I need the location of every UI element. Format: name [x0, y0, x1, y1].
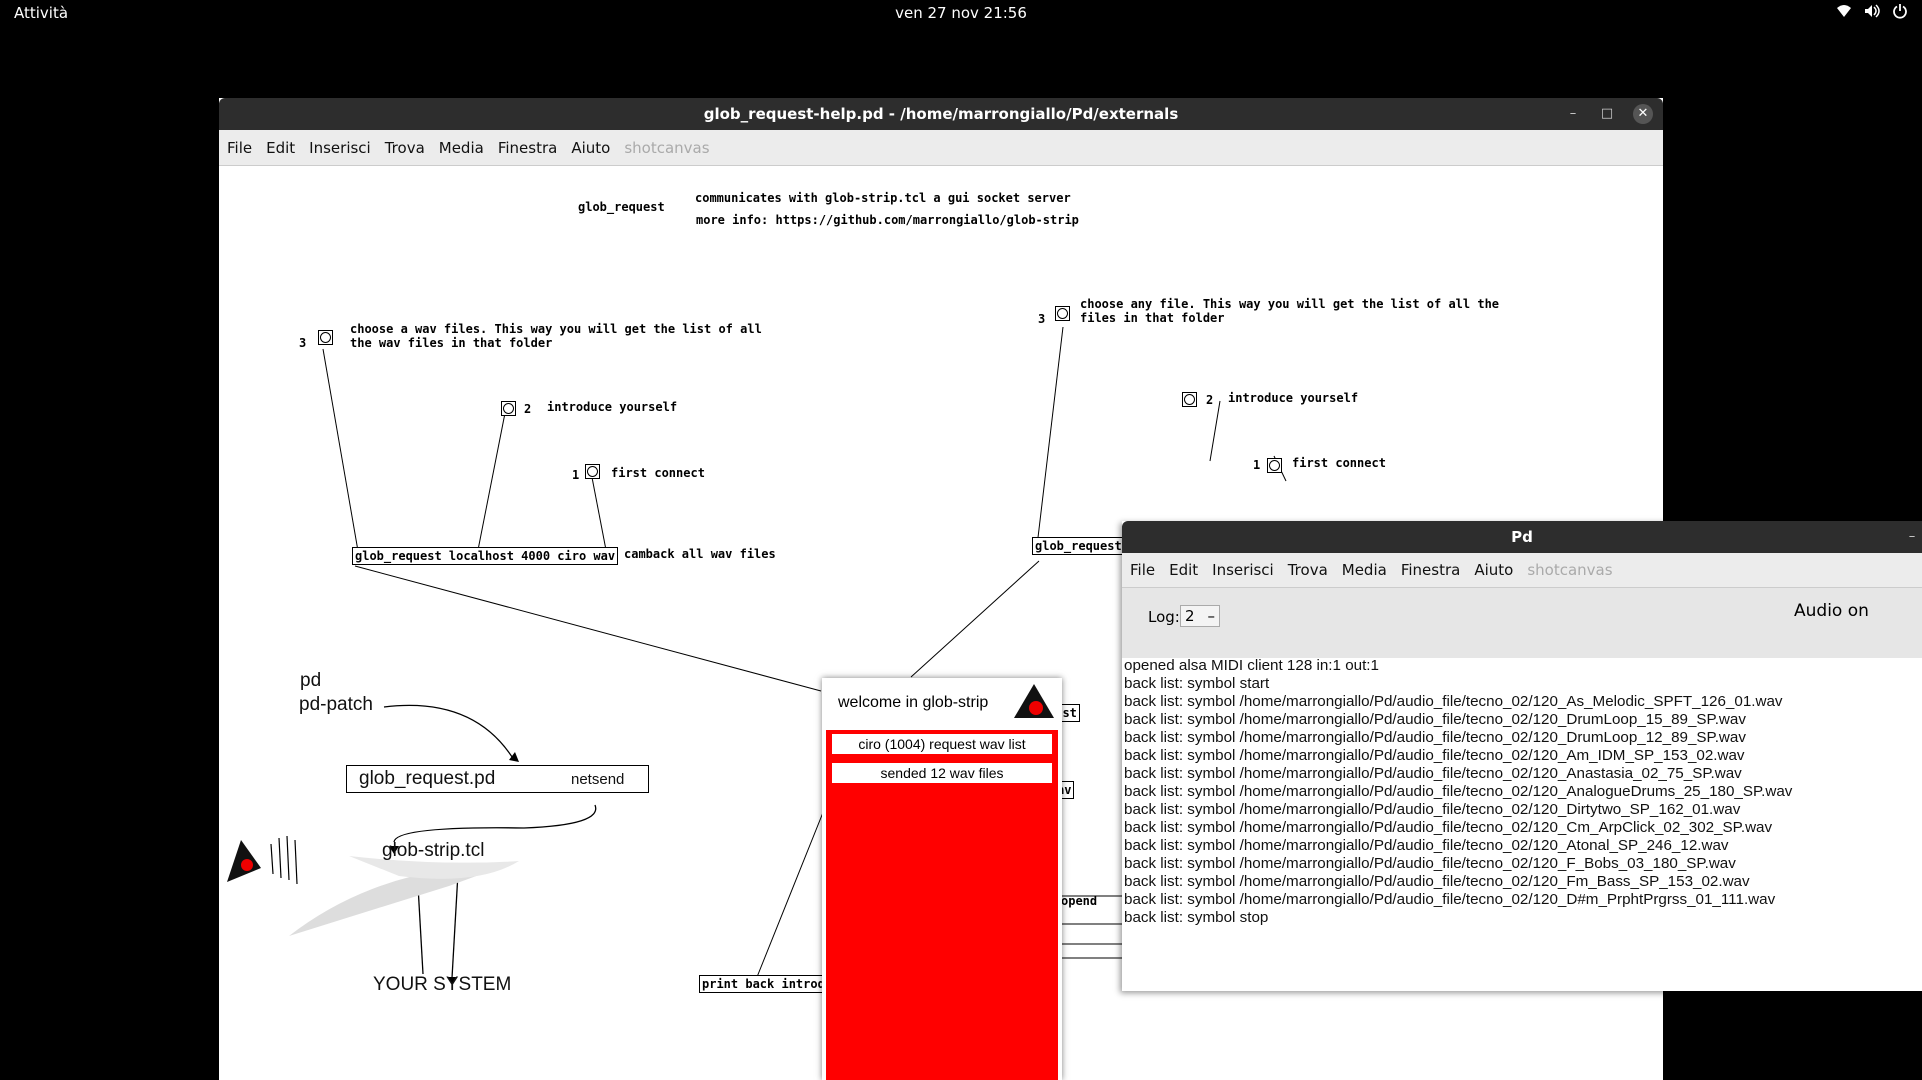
- pd-menubar: File Edit Inserisci Trova Media Finestra…: [1122, 553, 1922, 588]
- menu-file[interactable]: File: [227, 139, 252, 157]
- left-num3: 3: [299, 336, 307, 350]
- console-line: back list: symbol /home/marrongiallo/Pd/…: [1124, 855, 1736, 872]
- pd-log-bar: Log: 2 – Audio on: [1122, 588, 1922, 658]
- print-back-object[interactable]: print back introd: [699, 975, 828, 993]
- top-bar: Attività ven 27 nov 21:56: [0, 0, 1922, 27]
- left-bang-1[interactable]: [585, 464, 600, 479]
- wifi-icon[interactable]: [1836, 3, 1852, 19]
- menu-edit[interactable]: Edit: [266, 139, 295, 157]
- maximize-button[interactable]: □: [1597, 104, 1617, 124]
- minimize-button[interactable]: –: [1563, 104, 1583, 124]
- pd-menu-shotcanvas: shotcanvas: [1527, 561, 1613, 579]
- glob-strip-logo-icon: [1014, 684, 1054, 718]
- opend-object-fragment: opend: [1061, 894, 1098, 908]
- pd-menu-trova[interactable]: Trova: [1288, 561, 1328, 579]
- close-button[interactable]: ✕: [1633, 104, 1653, 124]
- console-line: back list: symbol /home/marrongiallo/Pd/…: [1124, 801, 1741, 818]
- diagram-glob-request-box: glob_request.pd netsend: [346, 765, 649, 793]
- popup-request-button[interactable]: ciro (1004) request wav list: [832, 734, 1052, 754]
- right-note3a: choose any file. This way you will get t…: [1080, 297, 1500, 311]
- left-bang-2[interactable]: [501, 401, 516, 416]
- log-label: Log:: [1148, 608, 1180, 626]
- console-line: back list: symbol /home/marrongiallo/Pd/…: [1124, 873, 1750, 890]
- menu-shotcanvas: shotcanvas: [624, 138, 710, 157]
- console-line: back list: symbol start: [1124, 675, 1270, 692]
- diagram-pd-patch-label: pd-patch: [299, 694, 373, 715]
- header-desc1: communicates with glob-strip.tcl a gui s…: [695, 191, 1071, 205]
- pd-menu-finestra[interactable]: Finestra: [1401, 561, 1461, 579]
- popup-red-panel: ciro (1004) request wav list sended 12 w…: [826, 730, 1058, 1080]
- console-line: back list: symbol /home/marrongiallo/Pd/…: [1124, 837, 1729, 854]
- pd-menu-edit[interactable]: Edit: [1169, 561, 1198, 579]
- console-line: back list: symbol stop: [1124, 909, 1269, 926]
- right-glob-request-object[interactable]: glob_request: [1032, 537, 1125, 555]
- patch-window-titlebar[interactable]: glob_request-help.pd - /home/marrongiall…: [219, 98, 1663, 130]
- pd-window-title: Pd: [1511, 528, 1533, 546]
- activities-button[interactable]: Attività: [14, 4, 68, 22]
- console-line: back list: symbol /home/marrongiallo/Pd/…: [1124, 693, 1783, 710]
- dropdown-icon: –: [1207, 607, 1216, 625]
- pd-titlebar[interactable]: Pd –: [1122, 521, 1922, 553]
- right-bang-2[interactable]: [1182, 392, 1197, 407]
- diagram-box-label: glob_request.pd: [359, 768, 496, 789]
- popup-sended-button[interactable]: sended 12 wav files: [832, 763, 1052, 783]
- right-note3b: files in that folder: [1080, 311, 1225, 325]
- console-line: back list: symbol /home/marrongiallo/Pd/…: [1124, 729, 1746, 746]
- pd-console-log[interactable]: opened alsa MIDI client 128 in:1 out:1 b…: [1124, 657, 1792, 927]
- right-bang-1[interactable]: [1267, 458, 1282, 473]
- clock[interactable]: ven 27 nov 21:56: [895, 4, 1027, 22]
- console-line: opened alsa MIDI client 128 in:1 out:1: [1124, 657, 1379, 674]
- glob-strip-popup: welcome in glob-strip ciro (1004) reques…: [822, 678, 1062, 1080]
- right-note1: first connect: [1292, 456, 1386, 470]
- menu-trova[interactable]: Trova: [385, 139, 425, 157]
- right-num2: 2: [1206, 393, 1214, 407]
- left-glob-request-object[interactable]: glob_request localhost 4000 ciro wav: [352, 547, 619, 565]
- pd-console-window: Pd – File Edit Inserisci Trova Media Fin…: [1122, 521, 1922, 991]
- right-num1: 1: [1253, 458, 1261, 472]
- menu-inserisci[interactable]: Inserisci: [309, 139, 371, 157]
- pd-menu-inserisci[interactable]: Inserisci: [1212, 561, 1274, 579]
- console-line: back list: symbol /home/marrongiallo/Pd/…: [1124, 711, 1746, 728]
- left-bang-3[interactable]: [318, 330, 333, 345]
- menu-finestra[interactable]: Finestra: [498, 139, 558, 157]
- right-num3: 3: [1038, 312, 1046, 326]
- pd-minimize-button[interactable]: –: [1902, 527, 1922, 547]
- diagram-box-netsend: netsend: [571, 771, 625, 788]
- window-title: glob_request-help.pd - /home/marrongiall…: [703, 105, 1179, 123]
- header-name: glob_request: [578, 200, 665, 214]
- log-level-value: 2: [1185, 607, 1195, 625]
- left-num2: 2: [524, 402, 532, 416]
- glob-strip-logo-icon: [227, 835, 298, 885]
- log-level-select[interactable]: 2 –: [1180, 605, 1220, 627]
- right-bang-3[interactable]: [1055, 306, 1070, 321]
- left-note2: introduce yourself: [547, 400, 678, 414]
- pd-menu-aiuto[interactable]: Aiuto: [1474, 561, 1513, 579]
- left-num1: 1: [572, 468, 580, 482]
- header-desc2: more info: https://github.com/marrongial…: [696, 213, 1079, 227]
- volume-icon[interactable]: [1864, 3, 1880, 19]
- left-object-note: camback all wav files: [624, 547, 776, 561]
- audio-status: Audio on: [1794, 601, 1869, 621]
- diagram-tcl-label: glob-strip.tcl: [382, 840, 485, 861]
- power-icon[interactable]: [1892, 3, 1908, 19]
- console-line: back list: symbol /home/marrongiallo/Pd/…: [1124, 747, 1745, 764]
- left-note3a: choose a wav files. This way you will ge…: [350, 322, 762, 336]
- menu-media[interactable]: Media: [439, 139, 484, 157]
- console-line: back list: symbol /home/marrongiallo/Pd/…: [1124, 783, 1793, 800]
- left-note3b: the wav files in that folder: [350, 336, 553, 350]
- patch-menubar: File Edit Inserisci Trova Media Finestra…: [219, 130, 1663, 166]
- right-note2: introduce yourself: [1228, 391, 1359, 405]
- diagram-pd-label: pd: [300, 670, 322, 691]
- pd-menu-media[interactable]: Media: [1342, 561, 1387, 579]
- menu-aiuto[interactable]: Aiuto: [571, 139, 610, 157]
- diagram-system-label: YOUR SYSTEM: [373, 974, 512, 995]
- popup-title: welcome in glob-strip: [838, 694, 989, 711]
- console-line: back list: symbol /home/marrongiallo/Pd/…: [1124, 819, 1773, 836]
- pd-menu-file[interactable]: File: [1130, 561, 1155, 579]
- console-line: back list: symbol /home/marrongiallo/Pd/…: [1124, 765, 1742, 782]
- console-line: back list: symbol /home/marrongiallo/Pd/…: [1124, 891, 1776, 908]
- system-tray[interactable]: [1836, 3, 1908, 19]
- left-note1: first connect: [611, 466, 705, 480]
